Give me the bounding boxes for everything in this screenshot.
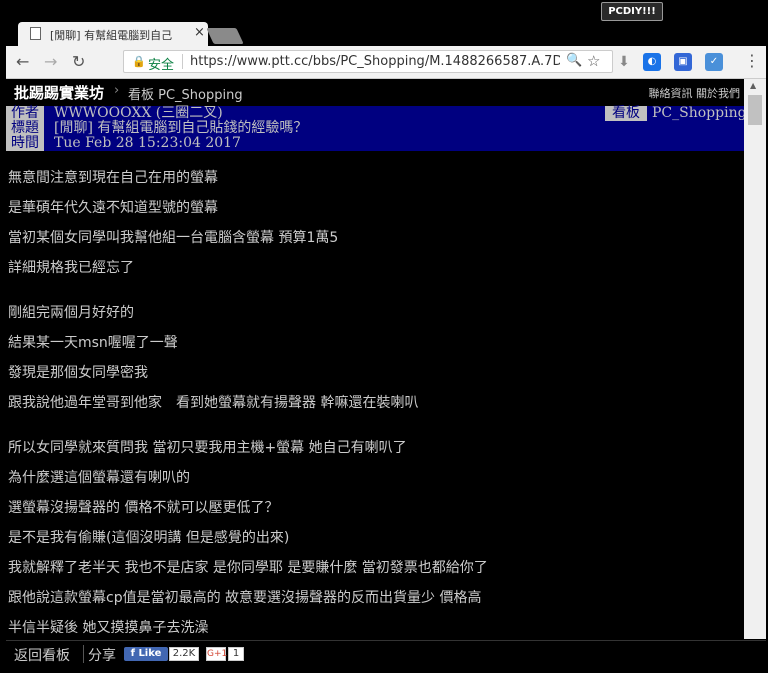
- content-line: 跟我說他過年堂哥到他家 看到她螢幕就有揚聲器 幹嘛還在裝喇叭: [8, 395, 419, 411]
- board-key: 看板: [605, 106, 647, 121]
- content-line: 我就解釋了老半天 我也不是店家 是你同學耶 是要賺什麼 當初發票也都給你了: [8, 560, 488, 576]
- page-scrollbar[interactable]: ▲: [744, 79, 766, 639]
- address-bar[interactable]: 🔒 安全 https://www.ptt.cc/bbs/PC_Shopping/…: [123, 50, 613, 73]
- author-value: WWWOOOXX (三圈二叉): [54, 105, 223, 121]
- fb-like-label: Like: [138, 648, 162, 659]
- extension-graph-icon[interactable]: ✓: [705, 53, 723, 71]
- board-value: PC_Shopping: [652, 105, 744, 121]
- content-line: 詳細規格我已經忘了: [8, 260, 134, 276]
- tab-active[interactable]: [閒聊] 有幫組電腦到自己 ×: [18, 22, 208, 46]
- gplus-count: 1: [228, 647, 244, 661]
- facebook-like-button[interactable]: f Like: [124, 647, 168, 661]
- back-to-board-button[interactable]: 返回看板: [14, 645, 70, 665]
- tab-bar: [閒聊] 有幫組電腦到自己 ×: [6, 20, 766, 46]
- content-line: 選螢幕沒揚聲器的 價格不就可以壓更低了？: [8, 500, 279, 516]
- bottom-divider: [83, 645, 84, 663]
- omnibox-divider: [182, 54, 183, 69]
- header-links[interactable]: 聯絡資訊 關於我們: [649, 85, 741, 101]
- site-brand-link[interactable]: 批踢踢實業坊: [14, 82, 104, 103]
- url-text[interactable]: https://www.ptt.cc/bbs/PC_Shopping/M.148…: [190, 54, 560, 69]
- content-line: 是華碩年代久遠不知道型號的螢幕: [8, 200, 218, 216]
- bookmark-star-icon[interactable]: ☆: [587, 52, 600, 70]
- extension-id-icon[interactable]: ▣: [674, 53, 692, 71]
- forward-arrow-icon[interactable]: →: [44, 52, 57, 71]
- gplus-button[interactable]: G+1: [206, 647, 227, 661]
- download-arrow-icon[interactable]: ⬇: [615, 53, 633, 71]
- time-key: 時間: [6, 136, 44, 151]
- browser-menu-icon[interactable]: ⋮: [744, 51, 760, 70]
- content-line: 無意間注意到現在自己在用的螢幕: [8, 170, 218, 186]
- browser-toolbar: ← → ↻ 🔒 安全 https://www.ptt.cc/bbs/PC_Sho…: [6, 46, 766, 79]
- time-value: Tue Feb 28 15:23:04 2017: [54, 135, 241, 151]
- article-page: 批踢踢實業坊 › 看板 PC_Shopping 聯絡資訊 關於我們 作者 WWW…: [6, 79, 744, 639]
- zoom-icon[interactable]: 🔍: [566, 53, 582, 68]
- board-link[interactable]: 看板 PC_Shopping: [128, 84, 243, 103]
- fb-like-count: 2.2K: [169, 647, 199, 661]
- scroll-up-icon[interactable]: ▲: [750, 81, 756, 90]
- ptt-topbar: 批踢踢實業坊 › 看板 PC_Shopping 聯絡資訊 關於我們: [6, 79, 744, 103]
- watermark-logo: PCDIY!!!: [601, 2, 663, 21]
- reload-icon[interactable]: ↻: [72, 52, 85, 71]
- content-line: 是不是我有偷賺(這個沒明講 但是感覺的出來): [8, 530, 290, 546]
- new-tab-button[interactable]: [206, 28, 244, 44]
- share-label: 分享: [88, 648, 116, 664]
- content-line: 半信半疑後 她又摸摸鼻子去洗澡: [8, 620, 209, 636]
- lock-icon: 🔒: [132, 55, 146, 68]
- extension-blue-icon[interactable]: ◐: [643, 53, 661, 71]
- content-line: 為什麼選這個螢幕還有喇叭的: [8, 470, 190, 486]
- breadcrumb-arrow-icon: ›: [114, 83, 120, 98]
- content-line: 剛組完兩個月好好的: [8, 305, 134, 321]
- page-icon: [30, 27, 41, 40]
- content-line: 跟他說這款螢幕cp值是當初最高的 故意要選沒揚聲器的反而出貨量少 價格高: [8, 590, 482, 606]
- article-content: 無意間注意到現在自己在用的螢幕 是華碩年代久遠不知道型號的螢幕 當初某個女同學叫…: [8, 163, 738, 639]
- content-line: 所以女同學就來質問我 當初只要我用主機+螢幕 她自己有喇叭了: [8, 440, 407, 456]
- back-arrow-icon[interactable]: ←: [16, 52, 29, 71]
- secure-label: 安全: [148, 58, 175, 73]
- title-key: 標題: [6, 121, 44, 136]
- scroll-thumb[interactable]: [748, 95, 762, 125]
- title-value: [閒聊] 有幫組電腦到自己貼錢的經驗嗎？: [54, 120, 308, 136]
- content-line: 結果某一天msn喔喔了一聲: [8, 335, 178, 351]
- content-line: 發現是那個女同學密我: [8, 365, 148, 381]
- article-metadata: 作者 WWWOOOXX (三圈二叉) 看板 PC_Shopping 標題 [閒聊…: [6, 106, 744, 151]
- tab-close-icon[interactable]: ×: [194, 25, 205, 40]
- author-key: 作者: [6, 106, 44, 121]
- content-line: 當初某個女同學叫我幫他組一台電腦含螢幕 預算1萬5: [8, 230, 339, 246]
- bottom-bar: 返回看板 分享 f Like 2.2K G+1 1: [6, 640, 766, 667]
- tab-title: [閒聊] 有幫組電腦到自己: [50, 29, 173, 42]
- browser-window: PCDIY!!! [閒聊] 有幫組電腦到自己 × ← → ↻ 🔒 安全 http…: [0, 0, 768, 673]
